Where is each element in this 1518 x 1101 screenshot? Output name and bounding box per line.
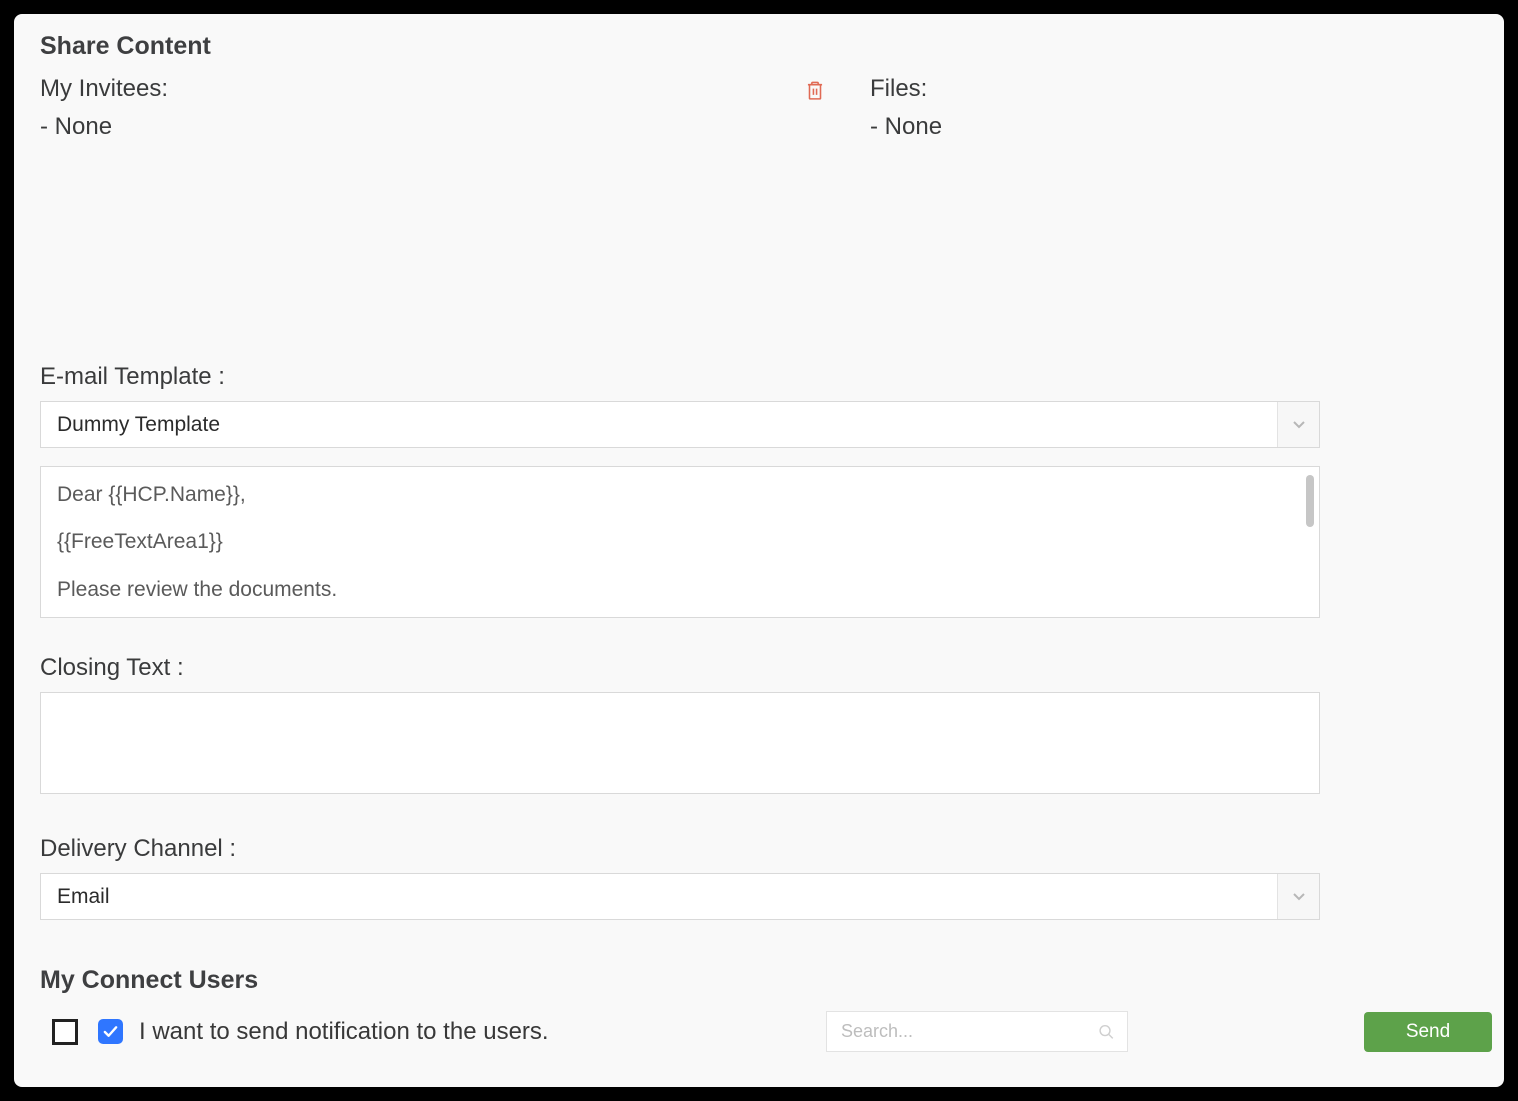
page-title: Share Content xyxy=(40,32,1478,61)
search-icon xyxy=(1098,1023,1115,1041)
trash-icon[interactable] xyxy=(805,80,825,102)
files-label: Files: xyxy=(870,75,1478,103)
scrollbar-thumb[interactable] xyxy=(1306,475,1314,527)
closing-text-input[interactable] xyxy=(40,692,1320,794)
delivery-channel-select[interactable]: Email xyxy=(40,873,1320,920)
share-content-panel: Share Content My Invitees: - None Files:… xyxy=(14,14,1504,1087)
files-column: Files: - None xyxy=(820,75,1478,305)
connect-users-title: My Connect Users xyxy=(40,966,1478,995)
delivery-channel-label: Delivery Channel : xyxy=(40,835,1478,863)
connect-users-row: I want to send notification to the users… xyxy=(40,1011,1478,1052)
chevron-down-icon xyxy=(1277,402,1319,447)
search-field[interactable] xyxy=(826,1011,1128,1052)
template-line: Please review the documents. xyxy=(57,576,1303,603)
delivery-channel-value: Email xyxy=(41,885,1277,909)
email-template-value: Dummy Template xyxy=(41,413,1277,437)
search-input[interactable] xyxy=(839,1020,1098,1043)
notify-checkbox[interactable] xyxy=(98,1019,123,1044)
email-template-label: E-mail Template : xyxy=(40,363,1478,391)
email-template-select[interactable]: Dummy Template xyxy=(40,401,1320,448)
check-icon xyxy=(103,1026,118,1038)
invitees-label: My Invitees: xyxy=(40,75,820,103)
template-line: Dear {{HCP.Name}}, xyxy=(57,481,1303,508)
email-template-body-text: Dear {{HCP.Name}}, {{FreeTextArea1}} Ple… xyxy=(41,467,1319,617)
email-template-body[interactable]: Dear {{HCP.Name}}, {{FreeTextArea1}} Ple… xyxy=(40,466,1320,618)
invitees-none: - None xyxy=(40,113,820,141)
template-line: {{FreeTextArea1}} xyxy=(57,528,1303,555)
select-all-checkbox[interactable] xyxy=(52,1019,78,1045)
chevron-down-icon xyxy=(1277,874,1319,919)
closing-text-label: Closing Text : xyxy=(40,654,1478,682)
invitees-column: My Invitees: - None xyxy=(40,75,820,305)
send-button[interactable]: Send xyxy=(1364,1012,1492,1052)
invitees-files-row: My Invitees: - None Files: - None xyxy=(40,75,1478,305)
files-none: - None xyxy=(870,113,1478,141)
notify-label: I want to send notification to the users… xyxy=(139,1018,549,1046)
